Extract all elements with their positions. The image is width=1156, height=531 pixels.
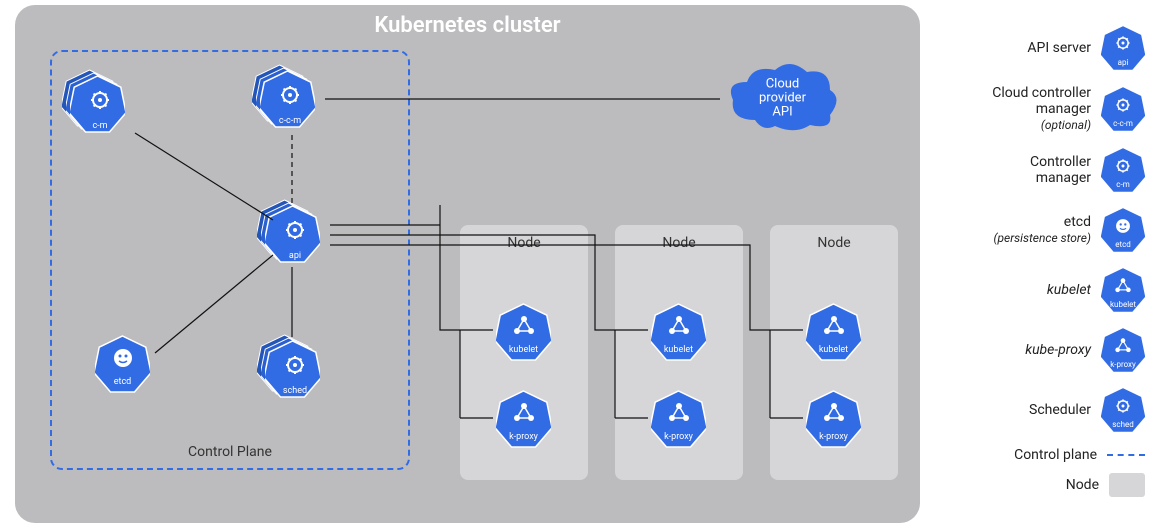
legend-sched: Scheduler sched (960, 387, 1145, 433)
node-swatch (1109, 473, 1145, 497)
legend-api: API server api (960, 25, 1145, 71)
cm-label: c-m (92, 121, 107, 131)
api-icon: api (1101, 25, 1145, 71)
face-icon (110, 345, 136, 371)
kube-proxy-component: k-proxy (651, 390, 706, 448)
kubelet-component: kubelet (651, 303, 706, 361)
ccm-label: c-c-m (279, 116, 301, 126)
legend-kubelet: kubelet kubelet (960, 267, 1145, 313)
legend-ccm: Cloud controller manager (optional) c-c-… (960, 85, 1145, 133)
cluster-title: Kubernetes cluster (374, 13, 560, 38)
kube-proxy-component: k-proxy (806, 390, 861, 448)
dashed-border-swatch (1107, 454, 1145, 456)
gears-icon (275, 80, 305, 110)
scheduler-component: sched (265, 340, 325, 402)
cm-icon: c-m (1101, 147, 1145, 193)
gears-icon (280, 215, 310, 245)
worker-node-2: Node kubelet k-proxy (615, 225, 743, 480)
kubelet-icon: kubelet (1101, 267, 1145, 313)
etcd-component: etcd (95, 335, 150, 393)
kproxy-icon: k-proxy (1101, 327, 1145, 373)
cloud-line3: API (772, 105, 792, 120)
controller-manager-component: c-m (70, 75, 130, 137)
cloud-provider-api: Cloud provider API (725, 60, 840, 135)
proxy-icon (821, 313, 847, 339)
legend-cm: Controller manager c-m (960, 147, 1145, 193)
cloud-controller-manager-component: c-c-m (260, 70, 320, 132)
proxy-icon (821, 400, 847, 426)
gears-icon (85, 85, 115, 115)
api-label: api (289, 251, 301, 261)
worker-node-3: Node kubelet k-proxy (770, 225, 898, 480)
cloud-line2: provider (759, 90, 806, 105)
proxy-icon (511, 400, 537, 426)
proxy-icon (666, 400, 692, 426)
cluster-diagram: Kubernetes cluster Control Plane c-m c-c… (15, 5, 920, 523)
kube-proxy-component: k-proxy (496, 390, 551, 448)
control-plane-label: Control Plane (188, 444, 272, 460)
api-server-component: api (265, 205, 325, 267)
legend-kproxy: kube-proxy k-proxy (960, 327, 1145, 373)
proxy-icon (511, 313, 537, 339)
gears-icon (280, 350, 310, 380)
node-label: Node (662, 235, 695, 251)
legend-etcd: etcd (persistence store) etcd (960, 207, 1145, 253)
proxy-icon (666, 313, 692, 339)
worker-node-1: Node kubelet k-proxy (460, 225, 588, 480)
legend-control-plane: Control plane (960, 447, 1145, 463)
legend-node: Node (960, 473, 1145, 497)
node-label: Node (507, 235, 540, 251)
kubelet-component: kubelet (496, 303, 551, 361)
sched-icon: sched (1101, 387, 1145, 433)
cloud-line1: Cloud (766, 76, 800, 91)
kubelet-component: kubelet (806, 303, 861, 361)
etcd-icon: etcd (1101, 207, 1145, 253)
legend: API server api Cloud controller manager … (960, 25, 1145, 507)
etcd-label: etcd (114, 377, 132, 387)
ccm-icon: c-c-m (1101, 86, 1145, 132)
node-label: Node (817, 235, 850, 251)
sched-label: sched (283, 386, 307, 396)
